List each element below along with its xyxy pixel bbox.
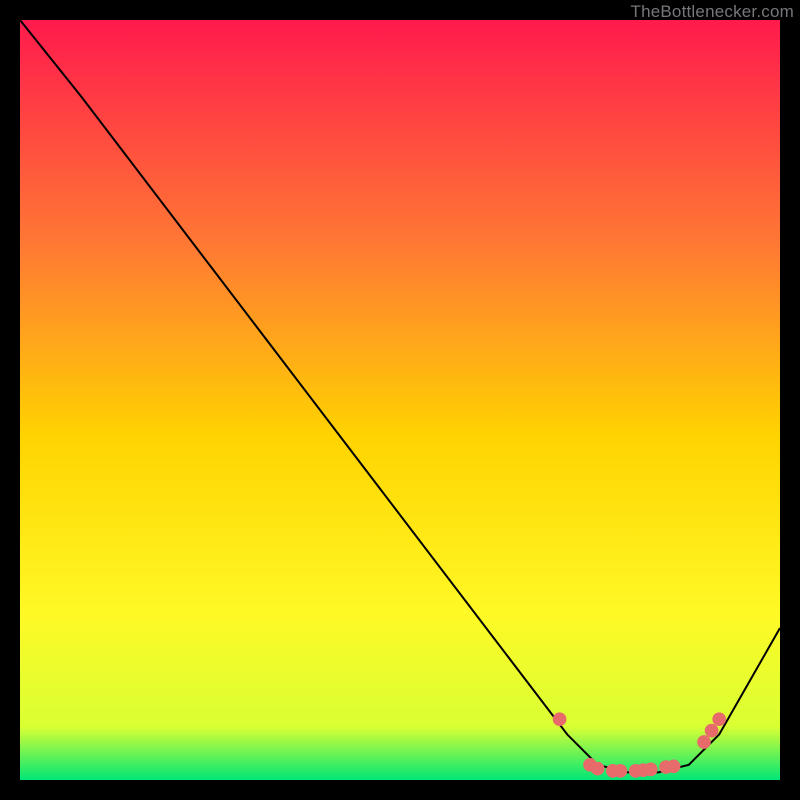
data-point [705,724,719,738]
data-point [712,712,726,726]
data-point [614,764,628,778]
gradient-background [20,20,780,780]
data-point [697,735,711,749]
chart-plot [20,20,780,780]
data-point [553,712,567,726]
data-point [667,759,681,773]
data-point [591,762,605,776]
data-point [644,763,658,777]
chart-container: TheBottlenecker.com [0,0,800,800]
attribution-text: TheBottlenecker.com [631,2,795,22]
